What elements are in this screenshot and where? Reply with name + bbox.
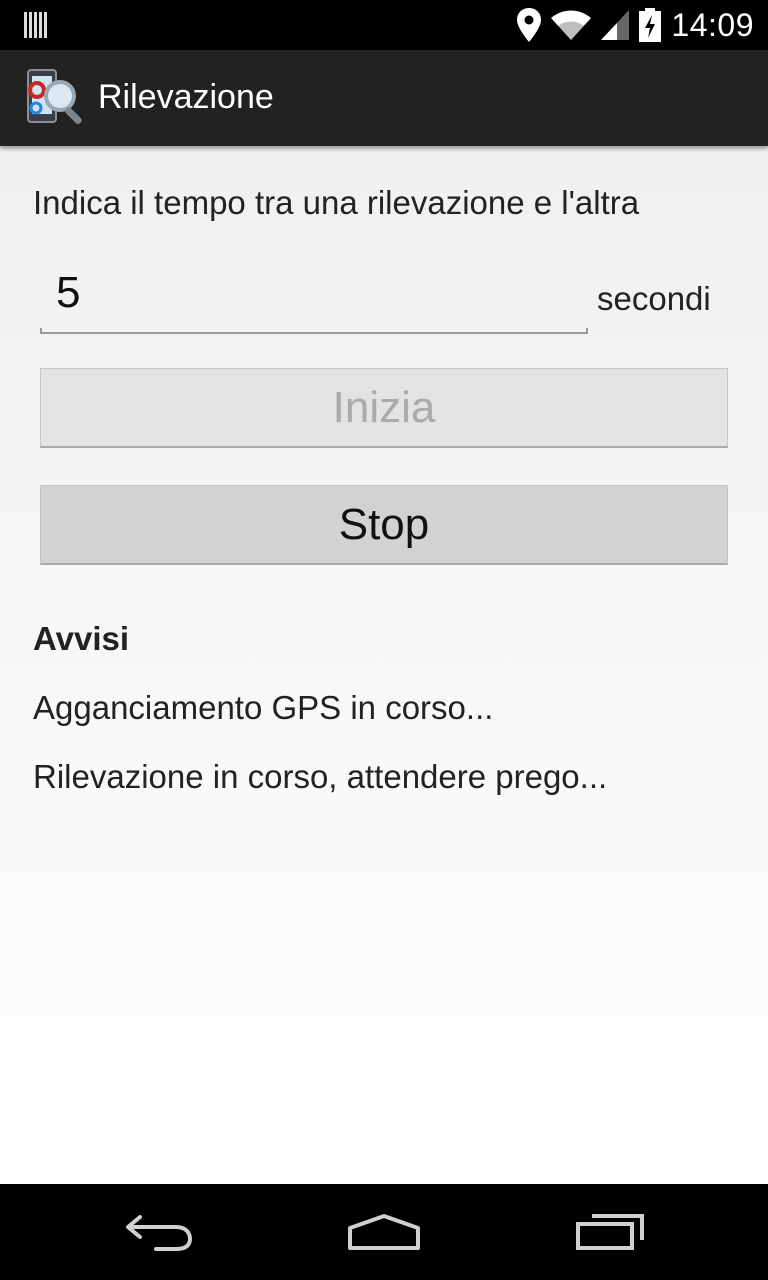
action-bar: Rilevazione	[0, 50, 768, 146]
back-icon	[126, 1215, 193, 1251]
battery-charging-icon	[639, 8, 662, 42]
app-gear-magnifier-icon[interactable]	[24, 68, 88, 128]
status-time: 14:09	[671, 6, 754, 43]
interval-seconds-input[interactable]	[40, 256, 588, 330]
status-bar: 14:09	[0, 0, 768, 50]
notices-heading: Avvisi	[33, 620, 130, 657]
instruction-text: Indica il tempo tra una rilevazione e l'…	[33, 184, 640, 221]
recents-icon	[576, 1214, 644, 1250]
back-button[interactable]	[110, 1202, 210, 1262]
page-title: Rilevazione	[98, 78, 274, 116]
location-icon	[517, 8, 542, 42]
recents-button[interactable]	[560, 1202, 660, 1262]
input-underline	[40, 328, 588, 334]
navigation-bar	[0, 1184, 768, 1280]
status-icons: 14:09	[517, 0, 754, 50]
signal-icon	[601, 10, 630, 40]
screen: 14:09 Rilevazione Indica il tempo tra un…	[0, 0, 768, 1280]
start-button[interactable]: Inizia	[40, 368, 728, 448]
wifi-icon	[551, 10, 592, 40]
home-button[interactable]	[334, 1202, 434, 1262]
stop-button[interactable]: Stop	[40, 485, 728, 565]
home-icon	[348, 1214, 420, 1250]
unit-label: secondi	[597, 280, 711, 317]
notice-item: Agganciamento GPS in corso...	[33, 689, 494, 726]
notice-item: Rilevazione in corso, attendere prego...	[33, 758, 608, 795]
main-content: Indica il tempo tra una rilevazione e l'…	[0, 146, 768, 1184]
barcode-icon	[24, 12, 47, 38]
